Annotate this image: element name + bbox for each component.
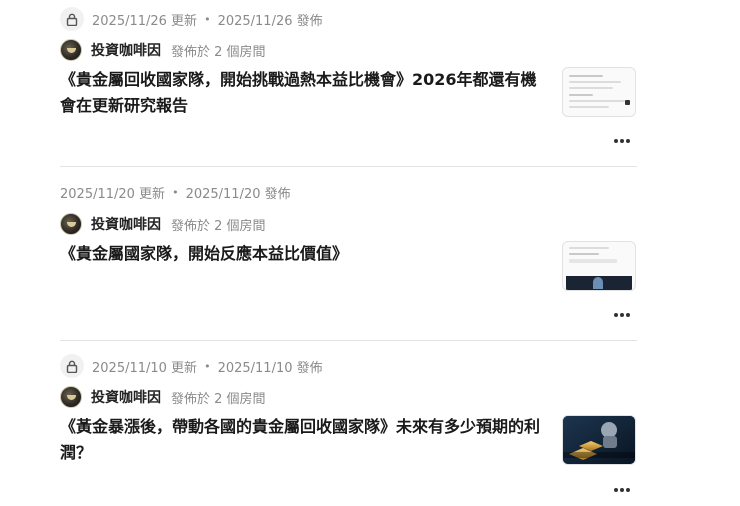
meta-separator: • xyxy=(204,359,211,373)
meta-separator: • xyxy=(204,12,211,26)
post-title[interactable]: 《黃金暴漲後，帶動各國的貴金屬回收國家隊》未來有多少預期的利潤？ xyxy=(60,414,550,466)
updated-date: 2025/11/26 更新 xyxy=(92,13,198,29)
posted-in-rooms: 發佈於 2 個房間 xyxy=(171,44,266,60)
author-name[interactable]: 投資咖啡因 xyxy=(91,214,161,234)
post-card[interactable]: 2025/11/26 更新 • 2025/11/26 發佈 投資咖啡因 發佈於 … xyxy=(60,0,637,166)
post-title[interactable]: 《貴金屬回收國家隊，開始挑戰過熱本益比機會》2026年都還有機會在更新研究報告 xyxy=(60,67,550,119)
published-date: 2025/11/26 發佈 xyxy=(217,13,323,29)
more-options-icon[interactable] xyxy=(612,135,632,147)
author-name[interactable]: 投資咖啡因 xyxy=(91,40,161,60)
post-feed: 2025/11/26 更新 • 2025/11/26 發佈 投資咖啡因 發佈於 … xyxy=(0,0,740,506)
author-name[interactable]: 投資咖啡因 xyxy=(91,387,161,407)
updated-date: 2025/11/10 更新 xyxy=(92,360,198,376)
author-row[interactable]: 投資咖啡因 發佈於 2 個房間 xyxy=(60,38,266,62)
post-meta: 2025/11/10 更新 • 2025/11/10 發佈 xyxy=(60,354,323,378)
published-date: 2025/11/20 發佈 xyxy=(185,186,291,202)
post-meta: 2025/11/20 更新 • 2025/11/20 發佈 xyxy=(60,181,291,203)
more-options-icon[interactable] xyxy=(612,309,632,321)
post-thumbnail[interactable] xyxy=(562,67,636,117)
published-date: 2025/11/10 發佈 xyxy=(217,360,323,376)
posted-in-rooms: 發佈於 2 個房間 xyxy=(171,391,266,407)
avatar[interactable] xyxy=(60,39,82,61)
avatar[interactable] xyxy=(60,386,82,408)
lock-icon xyxy=(60,354,84,378)
author-row[interactable]: 投資咖啡因 發佈於 2 個房間 xyxy=(60,385,266,409)
lock-icon xyxy=(60,7,84,31)
post-card[interactable]: 2025/11/20 更新 • 2025/11/20 發佈 投資咖啡因 發佈於 … xyxy=(60,167,637,340)
updated-date: 2025/11/20 更新 xyxy=(60,186,166,202)
post-thumbnail[interactable] xyxy=(562,241,636,291)
more-options-icon[interactable] xyxy=(612,484,632,496)
meta-separator: • xyxy=(172,185,179,199)
post-card[interactable]: 2025/11/10 更新 • 2025/11/10 發佈 投資咖啡因 發佈於 … xyxy=(60,341,637,506)
posted-in-rooms: 發佈於 2 個房間 xyxy=(171,218,266,234)
author-row[interactable]: 投資咖啡因 發佈於 2 個房間 xyxy=(60,212,266,236)
post-meta: 2025/11/26 更新 • 2025/11/26 發佈 xyxy=(60,7,323,31)
avatar[interactable] xyxy=(60,213,82,235)
post-title[interactable]: 《貴金屬國家隊，開始反應本益比價值》 xyxy=(60,241,550,267)
post-thumbnail[interactable] xyxy=(562,415,636,465)
